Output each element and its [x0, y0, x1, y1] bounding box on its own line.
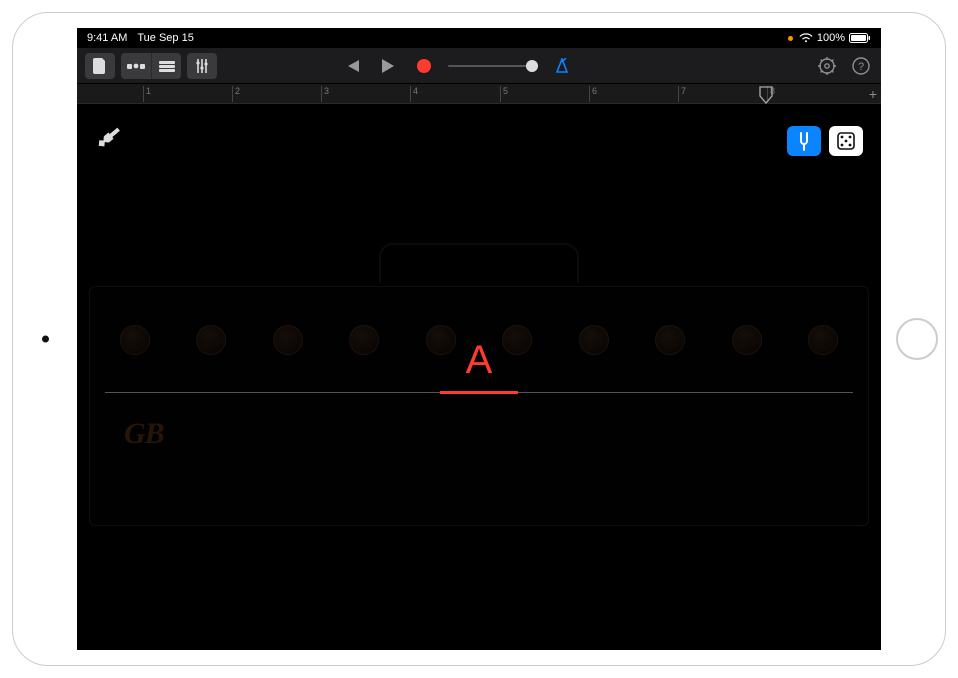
- transport-controls: [340, 53, 574, 79]
- battery-icon: [849, 33, 871, 43]
- timeline-ruler[interactable]: 1 2 3 4 5 6 7 8 +: [77, 84, 881, 104]
- amp-knob[interactable]: [579, 325, 609, 355]
- tuner-pitch-indicator: [440, 391, 518, 394]
- tuner-button[interactable]: [787, 126, 821, 156]
- amp-handle: [379, 243, 579, 283]
- status-bar: 9:41 AM Tue Sep 15 100%: [77, 28, 881, 48]
- add-section-button[interactable]: +: [869, 86, 877, 102]
- instrument-stage: GB A: [77, 104, 881, 650]
- amp-knob[interactable]: [732, 325, 762, 355]
- master-volume: [448, 65, 538, 67]
- ruler-mark: 6: [589, 86, 597, 102]
- rewind-button[interactable]: [340, 53, 364, 79]
- amp-knob[interactable]: [426, 325, 456, 355]
- amp-knob[interactable]: [273, 325, 303, 355]
- amp-knob[interactable]: [655, 325, 685, 355]
- my-songs-button[interactable]: [85, 53, 115, 79]
- ruler-mark: 1: [143, 86, 151, 102]
- battery-percent: 100%: [817, 32, 845, 44]
- help-icon: ?: [852, 57, 870, 75]
- play-button[interactable]: [376, 53, 400, 79]
- ruler-mark: 7: [678, 86, 686, 102]
- gear-icon: [818, 57, 836, 75]
- document-icon: [93, 58, 107, 74]
- volume-thumb[interactable]: [526, 60, 538, 72]
- metronome-button[interactable]: [550, 53, 574, 79]
- amp-knob[interactable]: [196, 325, 226, 355]
- metronome-icon: [554, 58, 570, 74]
- ruler-mark: 4: [410, 86, 418, 102]
- volume-slider[interactable]: [448, 65, 538, 67]
- settings-button[interactable]: [815, 53, 839, 79]
- app-toolbar: ?: [77, 48, 881, 84]
- browser-icon: [127, 60, 145, 72]
- ruler-mark: 2: [232, 86, 240, 102]
- status-date: Tue Sep 15: [137, 32, 193, 44]
- view-toggle-group: [121, 53, 181, 79]
- ipad-device-frame: 9:41 AM Tue Sep 15 100%: [0, 0, 958, 678]
- tone-preset-button[interactable]: [829, 126, 863, 156]
- help-button[interactable]: ?: [849, 53, 873, 79]
- tuner-note: A: [466, 338, 493, 383]
- mixer-icon: [195, 59, 209, 73]
- home-button[interactable]: [896, 318, 938, 360]
- screen: 9:41 AM Tue Sep 15 100%: [77, 28, 881, 650]
- amp-brand-logo: GB: [124, 417, 164, 451]
- recording-indicator-dot: [788, 36, 793, 41]
- svg-text:?: ?: [858, 61, 864, 73]
- track-controls-button[interactable]: [187, 53, 217, 79]
- amp-knob[interactable]: [502, 325, 532, 355]
- amp-knob[interactable]: [349, 325, 379, 355]
- status-time: 9:41 AM: [87, 32, 127, 44]
- amp-knob[interactable]: [120, 325, 150, 355]
- rewind-icon: [344, 59, 360, 73]
- record-icon: [417, 59, 431, 73]
- ruler-mark: 5: [500, 86, 508, 102]
- stage-mode-buttons: [787, 126, 863, 156]
- tracks-view-button[interactable]: [151, 53, 181, 79]
- play-icon: [381, 58, 395, 74]
- ruler-mark: 3: [321, 86, 329, 102]
- input-jack-icon[interactable]: [94, 124, 125, 155]
- tuning-fork-icon: [794, 131, 814, 151]
- record-button[interactable]: [412, 53, 436, 79]
- tracks-icon: [159, 60, 175, 72]
- jack-icon: [95, 125, 123, 151]
- amp-panel: GB: [89, 286, 869, 526]
- front-camera: [42, 336, 49, 343]
- amp-knob[interactable]: [808, 325, 838, 355]
- dice-icon: [837, 132, 855, 150]
- wifi-icon: [799, 33, 813, 43]
- browser-view-button[interactable]: [121, 53, 151, 79]
- playhead-marker[interactable]: [759, 86, 773, 106]
